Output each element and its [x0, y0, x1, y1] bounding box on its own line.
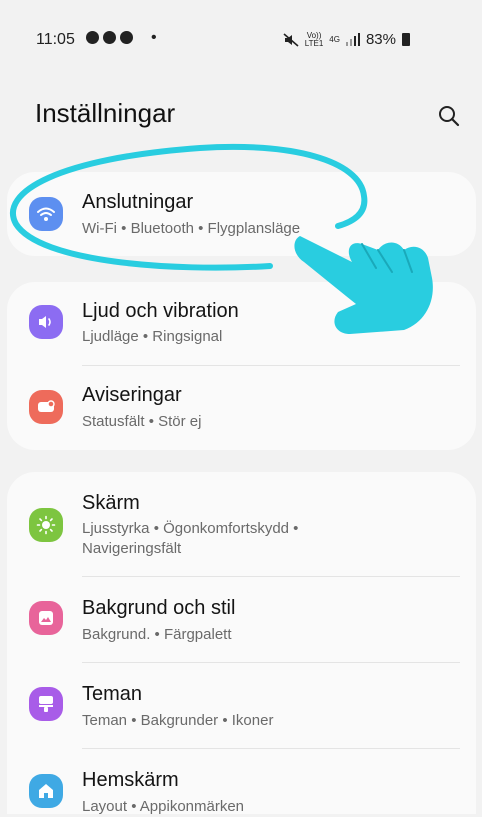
network-type-indicator: 4G: [329, 34, 340, 44]
battery-icon: [402, 33, 410, 46]
item-subtitle: Ljudläge • Ringsignal: [82, 328, 223, 345]
settings-group-display: Skärm Ljusstyrka • Ögonkomfortskydd • Na…: [7, 472, 476, 815]
item-title: Anslutningar: [82, 191, 194, 213]
wallpaper-icon: [29, 601, 63, 635]
settings-item-display[interactable]: Skärm Ljusstyrka • Ögonkomfortskydd • Na…: [7, 472, 476, 576]
item-subtitle: Ljusstyrka • Ögonkomfortskydd • Navigeri…: [82, 520, 299, 557]
app-notification-icon: [103, 31, 116, 44]
item-title: Teman: [82, 683, 143, 705]
settings-item-connections[interactable]: Anslutningar Wi-Fi • Bluetooth • Flygpla…: [7, 172, 476, 256]
settings-item-sound[interactable]: Ljud och vibration Ljudläge • Ringsignal: [7, 282, 476, 366]
item-subtitle: Layout • Appikonmärken: [82, 798, 245, 815]
item-subtitle: Teman • Bakgrunder • Ikoner: [82, 712, 274, 729]
notification-icon: [29, 390, 63, 424]
item-title: Bakgrund och stil: [82, 597, 236, 619]
system-indicators: Vo)) LTE1 4G 83%: [283, 31, 410, 48]
themes-icon: [29, 687, 63, 721]
settings-group-connections: Anslutningar Wi-Fi • Bluetooth • Flygpla…: [7, 172, 476, 256]
app-notification-icon: [86, 31, 99, 44]
settings-group-sound: Ljud och vibration Ljudläge • Ringsignal…: [7, 282, 476, 450]
item-title: Skärm: [82, 492, 140, 514]
mute-icon: [283, 32, 299, 47]
settings-item-themes[interactable]: Teman Teman • Bakgrunder • Ikoner: [7, 663, 476, 748]
status-bar: 11:05 • Vo)) LTE1 4G 83%: [0, 0, 482, 80]
status-time: 11:05: [36, 31, 75, 48]
sound-icon: [29, 305, 63, 339]
item-subtitle: Wi-Fi • Bluetooth • Flygplansläge: [82, 220, 301, 237]
display-icon: [29, 508, 63, 542]
home-icon: [29, 774, 63, 808]
settings-item-notifications[interactable]: Aviseringar Statusfält • Stör ej: [7, 366, 476, 450]
app-notification-icon: [120, 31, 133, 44]
item-subtitle: Statusfält • Stör ej: [82, 413, 202, 430]
item-title: Aviseringar: [82, 384, 182, 406]
item-title: Ljud och vibration: [82, 300, 239, 322]
settings-item-wallpaper[interactable]: Bakgrund och stil Bakgrund. • Färgpalett: [7, 577, 476, 662]
battery-percent: 83%: [365, 31, 396, 48]
signal-icon: [345, 33, 360, 46]
settings-item-home-screen[interactable]: Hemskärm Layout • Appikonmärken: [7, 749, 476, 815]
search-icon[interactable]: [436, 103, 462, 129]
item-subtitle: Bakgrund. • Färgpalett: [82, 626, 232, 643]
volte-indicator: Vo)) LTE1: [304, 30, 324, 48]
wifi-icon: [29, 197, 63, 231]
more-notifications-dot: •: [151, 29, 157, 46]
page-title: Inställningar: [35, 98, 176, 128]
item-title: Hemskärm: [82, 769, 179, 791]
notification-icons: [86, 31, 133, 44]
